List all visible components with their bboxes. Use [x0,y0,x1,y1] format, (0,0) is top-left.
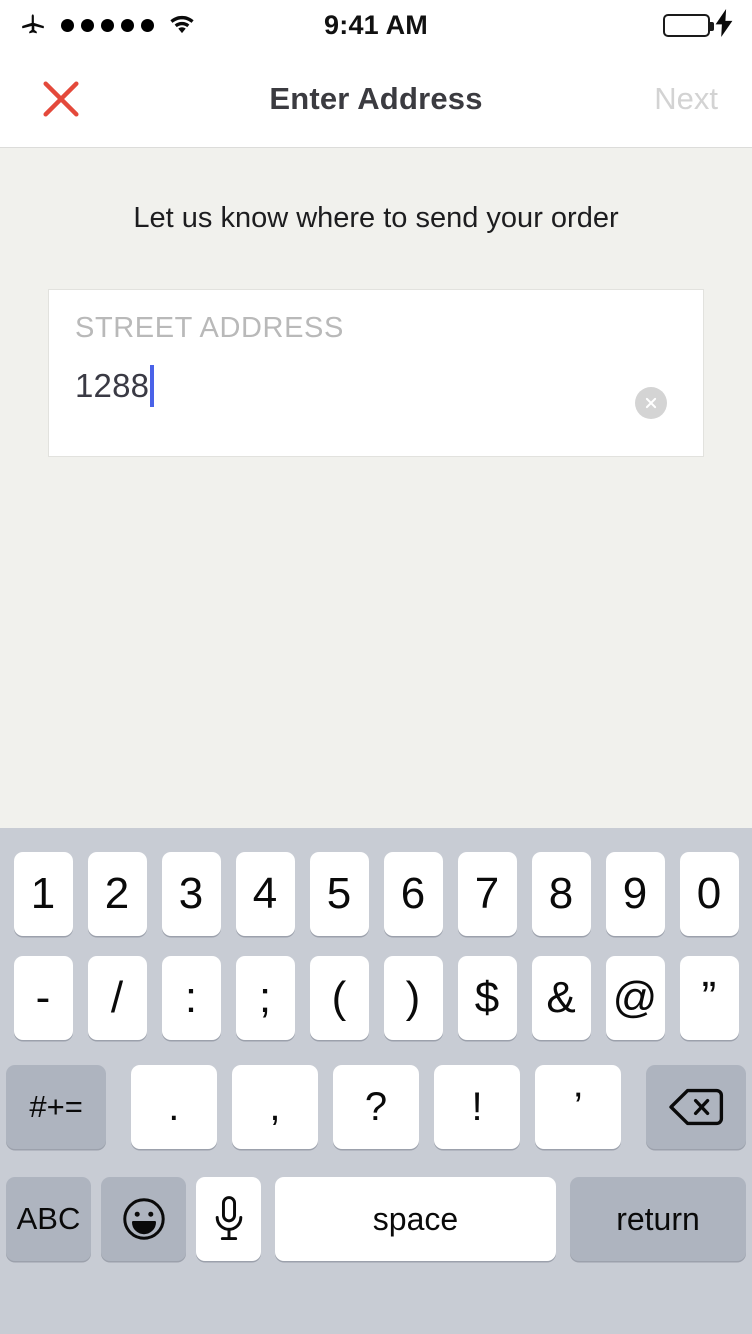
street-address-value-row: 1288 [75,365,677,407]
key-at[interactable]: @ [605,956,665,1040]
emoji-key[interactable] [101,1177,186,1261]
key-paren-close[interactable]: ) [383,956,443,1040]
prompt-text: Let us know where to send your order [133,202,619,234]
street-address-input[interactable]: 1288 [75,367,149,405]
key-quote[interactable]: ” [679,956,739,1040]
key-9[interactable]: 9 [605,852,665,936]
key-hyphen[interactable]: - [13,956,73,1040]
clear-text-button[interactable] [635,387,667,419]
key-2[interactable]: 2 [87,852,147,936]
clear-circle-x-icon [645,397,657,409]
keyboard-row-numbers: 1 2 3 4 5 6 7 8 9 0 [6,842,746,946]
key-period[interactable]: . [130,1065,217,1149]
on-screen-keyboard: 1 2 3 4 5 6 7 8 9 0 - / : ; ( ) $ & @ ” … [0,828,752,1334]
key-1[interactable]: 1 [13,852,73,936]
next-button[interactable]: Next [654,81,718,117]
key-5[interactable]: 5 [309,852,369,936]
key-question[interactable]: ? [332,1065,420,1149]
navigation-bar: Enter Address Next [0,50,752,148]
key-7[interactable]: 7 [457,852,517,936]
main-content: Let us know where to send your order STR… [0,148,752,828]
key-abc-toggle[interactable]: ABC [6,1177,91,1261]
return-key[interactable]: return [570,1177,746,1261]
key-symbols-toggle[interactable]: #+= [6,1065,107,1149]
keyboard-row-punctuation: #+= . , ? ! ’ [6,1050,746,1164]
status-bar: 9:41 AM [0,0,752,50]
backspace-key[interactable] [645,1065,746,1149]
emoji-smiley-icon [122,1198,165,1240]
text-cursor [150,365,155,407]
key-comma[interactable]: , [231,1065,318,1149]
key-apostrophe[interactable]: ’ [535,1065,622,1149]
key-8[interactable]: 8 [531,852,591,936]
close-x-icon [43,80,79,117]
key-slash[interactable]: / [87,956,147,1040]
key-0[interactable]: 0 [679,852,739,936]
street-address-field[interactable]: STREET ADDRESS 1288 [48,289,704,457]
dictation-key[interactable] [196,1177,261,1261]
backspace-delete-icon [669,1088,723,1126]
street-address-label: STREET ADDRESS [75,312,344,344]
keyboard-row-symbols: - / : ; ( ) $ & @ ” [6,946,746,1050]
key-dollar[interactable]: $ [457,956,517,1040]
keyboard-row-bottom: ABC space return [6,1164,746,1274]
battery-full-icon [663,13,714,37]
key-6[interactable]: 6 [383,852,443,936]
key-ampersand[interactable]: & [531,956,591,1040]
key-paren-open[interactable]: ( [309,956,369,1040]
space-key[interactable]: space [275,1177,556,1261]
key-3[interactable]: 3 [161,852,221,936]
key-exclamation[interactable]: ! [434,1065,521,1149]
app-screen: 9:41 AM Enter Address Next Let us know w… [0,0,752,1334]
key-4[interactable]: 4 [235,852,295,936]
page-title: Enter Address [269,80,483,116]
close-button[interactable] [34,72,88,126]
microphone-icon [215,1196,242,1241]
key-semicolon[interactable]: ; [235,956,295,1040]
key-colon[interactable]: : [161,956,221,1040]
status-bar-clock: 9:41 AM [324,9,428,40]
